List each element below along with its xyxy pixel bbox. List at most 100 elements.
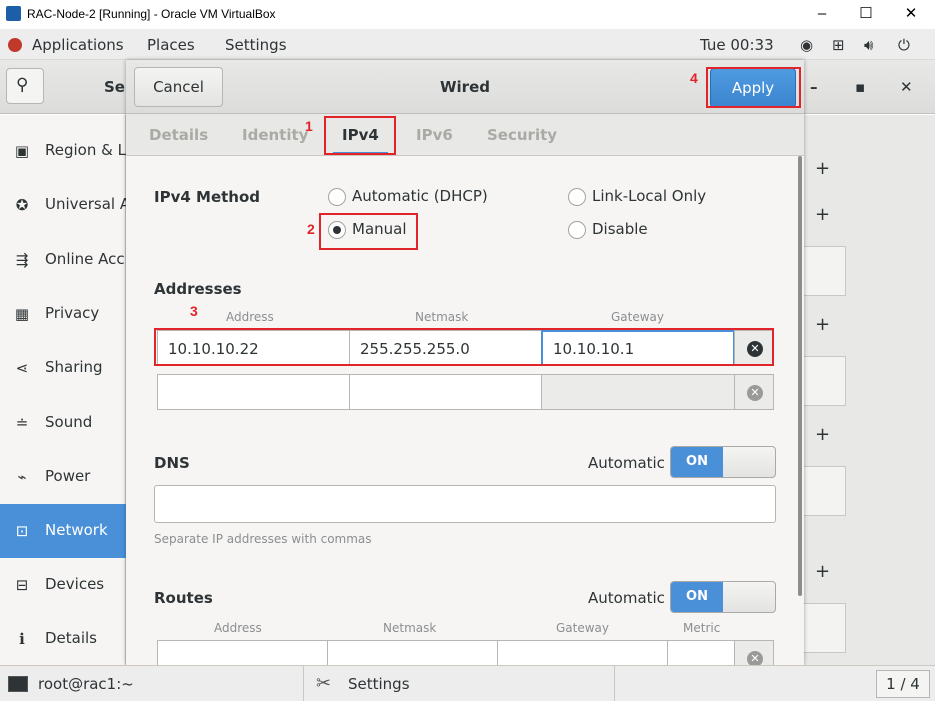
column-header-address: Address <box>214 621 262 635</box>
workspace-switcher[interactable]: 1 / 4 <box>876 670 930 698</box>
sidebar-item-network[interactable]: ⊡ Network <box>0 504 126 558</box>
switch-on-label: ON <box>671 447 723 477</box>
connection-options-button[interactable] <box>804 356 846 406</box>
add-connection-icon[interactable]: + <box>815 158 830 179</box>
settings-search-button[interactable]: ⚲ <box>6 68 44 104</box>
ipv4-method-label: IPv4 Method <box>154 188 261 206</box>
dns-hint: Separate IP addresses with commas <box>154 532 372 546</box>
column-header-metric: Metric <box>683 621 721 635</box>
radio-label: Disable <box>592 220 648 238</box>
delete-route-button[interactable]: ✕ <box>734 640 774 665</box>
radio-label: Automatic (DHCP) <box>352 187 488 205</box>
connection-options-button[interactable] <box>804 603 846 653</box>
annotation-box-apply <box>706 67 801 108</box>
universal-access-icon: ✪ <box>15 196 29 214</box>
clock[interactable]: Tue 00:33 <box>700 36 774 54</box>
devices-icon: ⊟ <box>15 576 29 594</box>
sidebar-item-power[interactable]: ⌁ Power <box>0 450 126 504</box>
sidebar-item-label: Sharing <box>45 358 103 376</box>
radio-disable[interactable]: Disable <box>568 220 678 240</box>
connection-options-button[interactable] <box>804 246 846 296</box>
sidebar-item-devices[interactable]: ⊟ Devices <box>0 558 126 612</box>
route-gateway-field[interactable] <box>497 640 668 665</box>
sidebar-item-details[interactable]: ℹ Details <box>0 612 126 666</box>
dns-automatic-switch[interactable]: ON <box>670 446 776 478</box>
add-connection-icon[interactable]: + <box>815 204 830 225</box>
sidebar-item-label: Power <box>45 467 91 485</box>
annotation-box-ipv4-tab <box>324 116 396 155</box>
radio-link-local-only[interactable]: Link-Local Only <box>568 187 728 207</box>
annotation-number-4: 4 <box>690 70 698 86</box>
sidebar-item-privacy[interactable]: ▦ Privacy <box>0 287 126 341</box>
sound-icon: ≐ <box>15 414 29 432</box>
host-maximize-button[interactable]: ☐ <box>851 3 881 25</box>
host-window-title: RAC-Node-2 [Running] - Oracle VM Virtual… <box>27 7 276 21</box>
radio-button[interactable] <box>328 188 346 206</box>
connection-options-button[interactable] <box>804 466 846 516</box>
radio-automatic-dhcp[interactable]: Automatic (DHCP) <box>328 187 508 207</box>
applications-menu[interactable]: Applications <box>32 36 124 54</box>
taskbar-item-settings[interactable]: ✂ Settings <box>316 670 606 698</box>
sidebar-item-universal-access[interactable]: ✪ Universal A <box>0 178 126 232</box>
taskbar-separator <box>303 666 304 701</box>
settings-title: Se <box>104 78 125 96</box>
sidebar-item-sharing[interactable]: ⋖ Sharing <box>0 341 126 395</box>
host-minimize-button[interactable]: – <box>807 3 837 25</box>
sidebar-item-label: Privacy <box>45 304 100 322</box>
annotation-box-address-row <box>154 328 774 366</box>
gateway-field[interactable] <box>541 374 735 410</box>
taskbar-item-label: root@rac1:~ <box>38 675 134 693</box>
tab-ipv6[interactable]: IPv6 <box>416 126 453 144</box>
dns-automatic-label: Automatic <box>588 454 665 472</box>
settings-menu[interactable]: Settings <box>225 36 287 54</box>
accessibility-icon[interactable]: ◉ <box>800 36 813 54</box>
route-netmask-field[interactable] <box>327 640 498 665</box>
sidebar-item-label: Network <box>45 521 108 539</box>
sidebar-item-label: Details <box>45 629 98 647</box>
routes-automatic-switch[interactable]: ON <box>670 581 776 613</box>
netmask-field[interactable] <box>349 374 542 410</box>
sidebar-item-online-accounts[interactable]: ⇶ Online Acc <box>0 233 126 287</box>
places-menu[interactable]: Places <box>147 36 195 54</box>
sidebar-item-sound[interactable]: ≐ Sound <box>0 396 126 450</box>
sidebar-item-label: Sound <box>45 413 93 431</box>
switch-on-label: ON <box>671 582 723 612</box>
add-connection-icon[interactable]: + <box>815 314 830 335</box>
dns-heading: DNS <box>154 454 190 472</box>
host-close-button[interactable]: ✕ <box>896 3 926 25</box>
dialog-scrollbar[interactable] <box>798 156 802 596</box>
radio-button[interactable] <box>568 221 586 239</box>
volume-icon[interactable]: 🔊︎ <box>864 36 873 54</box>
address-field[interactable] <box>157 374 350 410</box>
sidebar-item-region[interactable]: ▣ Region & L <box>0 124 126 178</box>
radio-button[interactable] <box>568 188 586 206</box>
search-icon: ⚲ <box>16 75 29 95</box>
settings-tools-icon: ✂ <box>316 673 332 694</box>
tab-details[interactable]: Details <box>149 126 208 144</box>
addresses-heading: Addresses <box>154 280 242 298</box>
gnome-top-bar: Applications Places Settings Tue 00:33 ◉… <box>0 29 935 60</box>
online-accounts-icon: ⇶ <box>15 251 29 269</box>
power-menu-icon[interactable]: ⏻ <box>898 36 910 54</box>
add-connection-icon[interactable]: + <box>815 561 830 582</box>
taskbar-separator <box>614 666 615 701</box>
details-icon: ℹ <box>19 630 25 648</box>
taskbar-item-terminal[interactable]: root@rac1:~ <box>8 670 298 698</box>
tab-security[interactable]: Security <box>487 126 557 144</box>
tab-identity[interactable]: Identity <box>242 126 308 144</box>
terminal-icon <box>8 676 28 692</box>
column-header-netmask: Netmask <box>415 310 469 324</box>
add-connection-icon[interactable]: + <box>815 424 830 445</box>
tab-bar: Details Identity IPv4 IPv6 Security <box>126 114 804 156</box>
settings-maximize-button[interactable]: ▪ <box>855 78 865 96</box>
region-icon: ▣ <box>14 142 30 160</box>
settings-minimize-button[interactable]: – <box>810 78 818 96</box>
network-status-icon[interactable]: ⊞ <box>832 36 845 54</box>
route-address-field[interactable] <box>157 640 328 665</box>
network-icon: ⊡ <box>15 522 29 540</box>
annotation-number-2: 2 <box>307 221 315 237</box>
dns-servers-input[interactable] <box>154 485 776 523</box>
delete-address-button[interactable]: ✕ <box>734 374 774 410</box>
settings-close-button[interactable]: ✕ <box>900 78 913 96</box>
route-metric-field[interactable] <box>667 640 735 665</box>
